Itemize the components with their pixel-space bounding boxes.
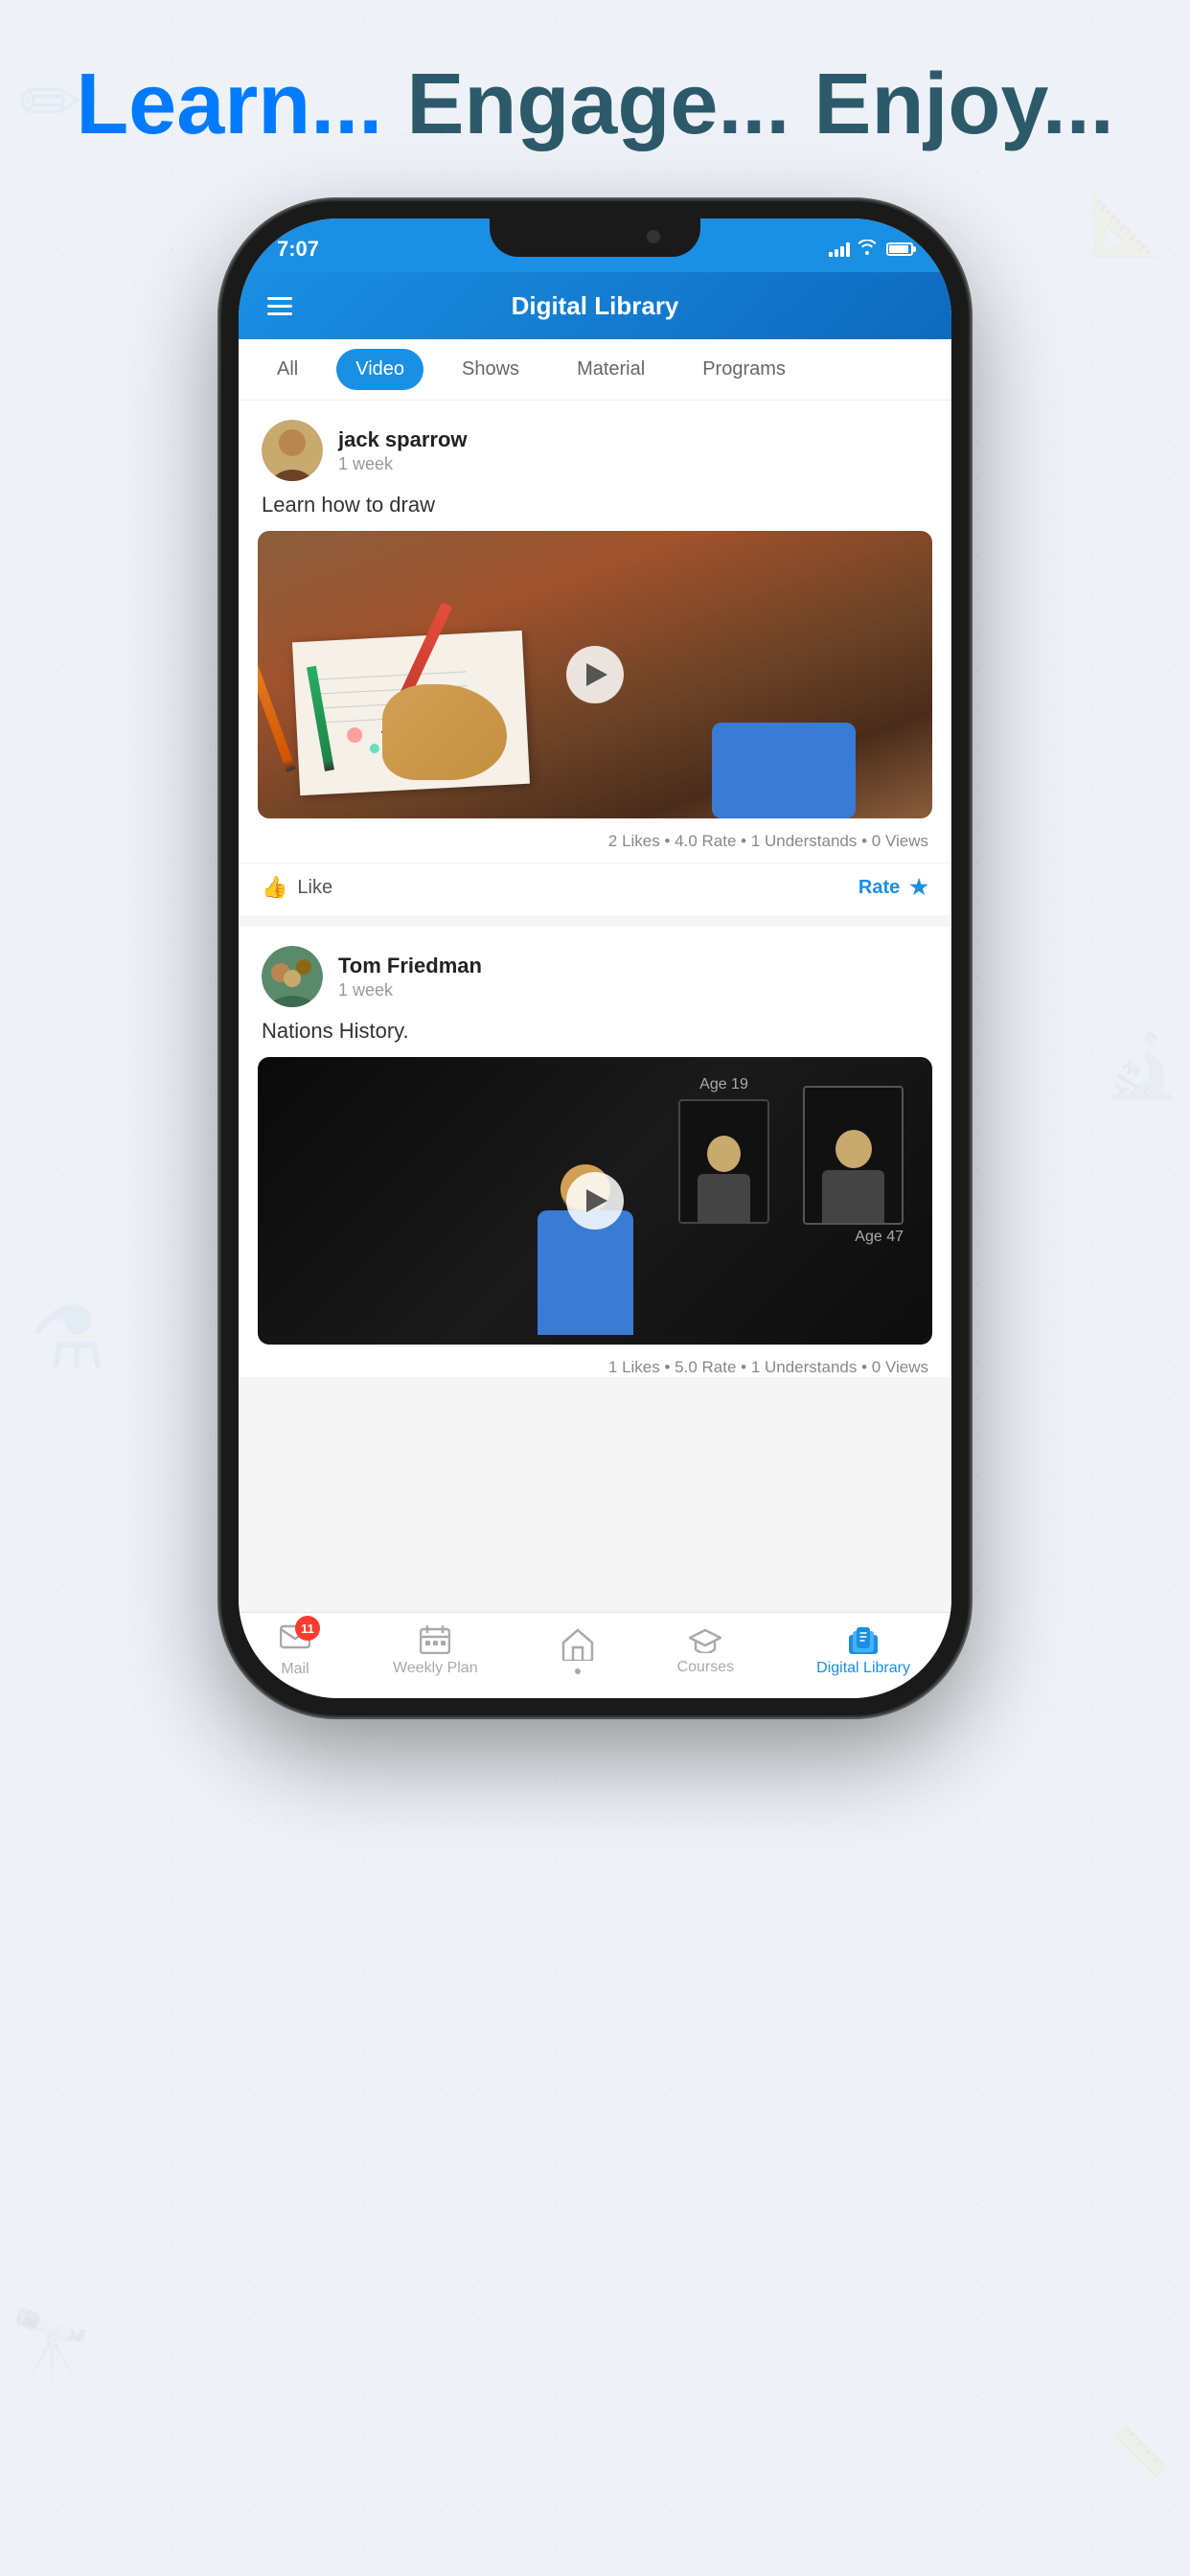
doodle-5: ⚗	[29, 1288, 106, 1389]
nav-mail-label: Mail	[281, 1661, 309, 1678]
battery-icon	[886, 242, 913, 256]
header-title: Digital Library	[512, 291, 679, 321]
hero-learn-text: Learn...	[76, 57, 382, 152]
avatar-jack	[262, 420, 323, 481]
rate-label-1: Rate	[858, 877, 900, 899]
tab-programs[interactable]: Programs	[683, 349, 805, 390]
hero-rest-text: Engage... Enjoy...	[406, 57, 1113, 152]
nav-courses-label: Courses	[677, 1659, 735, 1676]
wifi-icon	[858, 240, 877, 260]
star-icon-1: ★	[909, 875, 928, 900]
tab-video[interactable]: Video	[336, 349, 423, 390]
hamburger-line-1	[267, 297, 292, 300]
front-camera	[647, 230, 660, 243]
notch	[490, 218, 700, 257]
post-time-2: 1 week	[338, 980, 928, 1000]
thumbs-up-icon: 👍	[262, 875, 287, 900]
like-label-1: Like	[297, 877, 332, 899]
nav-weekly-label: Weekly Plan	[393, 1660, 478, 1677]
post-card-2: Tom Friedman 1 week Nations History. Age…	[239, 927, 951, 1377]
battery-fill	[889, 245, 908, 253]
signal-bar-1	[829, 252, 833, 257]
tab-material[interactable]: Material	[558, 349, 664, 390]
signal-bar-2	[835, 249, 838, 257]
content-feed[interactable]: jack sparrow 1 week Learn how to draw	[239, 401, 951, 1612]
app-header: Digital Library	[239, 272, 951, 339]
doodle-2: 📐	[1089, 192, 1161, 260]
signal-bar-4	[846, 242, 850, 257]
username-jack: jack sparrow	[338, 427, 928, 452]
username-tom: Tom Friedman	[338, 954, 928, 978]
signal-icon	[829, 242, 850, 257]
phone-device: 7:07	[221, 201, 969, 1715]
like-button-1[interactable]: 👍 Like	[262, 875, 858, 900]
user-info-tom: Tom Friedman 1 week	[338, 954, 928, 1000]
tab-all[interactable]: All	[258, 349, 317, 390]
hamburger-menu[interactable]	[267, 297, 292, 315]
nav-library-label: Digital Library	[816, 1660, 910, 1677]
hamburger-line-2	[267, 305, 292, 308]
play-button-2[interactable]	[566, 1172, 624, 1230]
hamburger-line-3	[267, 312, 292, 315]
play-button-1[interactable]	[566, 646, 624, 703]
pencil-orange	[258, 661, 296, 772]
status-time: 7:07	[277, 229, 319, 262]
signal-bar-3	[840, 246, 844, 257]
doodle-4: 📏	[1111, 2424, 1171, 2480]
tab-shows[interactable]: Shows	[443, 349, 538, 390]
post-header-1: jack sparrow 1 week	[239, 401, 951, 493]
post-time-1: 1 week	[338, 454, 928, 474]
post-title-1: Learn how to draw	[239, 493, 951, 531]
post-card-1: jack sparrow 1 week Learn how to draw	[239, 401, 951, 915]
nav-digital-library[interactable]: Digital Library	[816, 1625, 910, 1677]
nav-mail[interactable]: 11 Mail	[280, 1623, 310, 1678]
avatar-tom	[262, 946, 323, 1007]
post-actions-1: 👍 Like Rate ★	[239, 862, 951, 915]
video-thumbnail-1[interactable]	[258, 531, 932, 818]
post-header-2: Tom Friedman 1 week	[239, 927, 951, 1019]
mail-badge: 11	[295, 1616, 320, 1641]
post-title-2: Nations History.	[239, 1019, 951, 1057]
doodle-6: 🔬	[1103, 1030, 1180, 1103]
doodle-3: 🔭	[10, 2306, 93, 2384]
play-triangle-icon	[586, 663, 607, 686]
phone-screen: 7:07	[239, 218, 951, 1698]
user-info-jack: jack sparrow 1 week	[338, 427, 928, 474]
nav-courses[interactable]: Courses	[677, 1626, 735, 1676]
filter-tabs-bar: All Video Shows Material Programs	[239, 339, 951, 401]
hero-section: Learn... Engage... Enjoy...	[57, 58, 1133, 152]
post-stats-2: 1 Likes • 5.0 Rate • 1 Understands • 0 V…	[239, 1345, 951, 1377]
nav-weekly-plan[interactable]: Weekly Plan	[393, 1625, 478, 1677]
rate-button-1[interactable]: Rate ★	[858, 875, 928, 900]
play-triangle-icon-2	[586, 1189, 607, 1212]
bottom-navigation: 11 Mail Weekly Plan	[239, 1612, 951, 1698]
post-stats-1: 2 Likes • 4.0 Rate • 1 Understands • 0 V…	[239, 818, 951, 851]
phone-outer-shell: 7:07	[221, 201, 969, 1715]
video-thumbnail-2[interactable]: Age 19	[258, 1057, 932, 1345]
status-icons	[829, 232, 913, 260]
nav-home[interactable]	[561, 1628, 595, 1674]
